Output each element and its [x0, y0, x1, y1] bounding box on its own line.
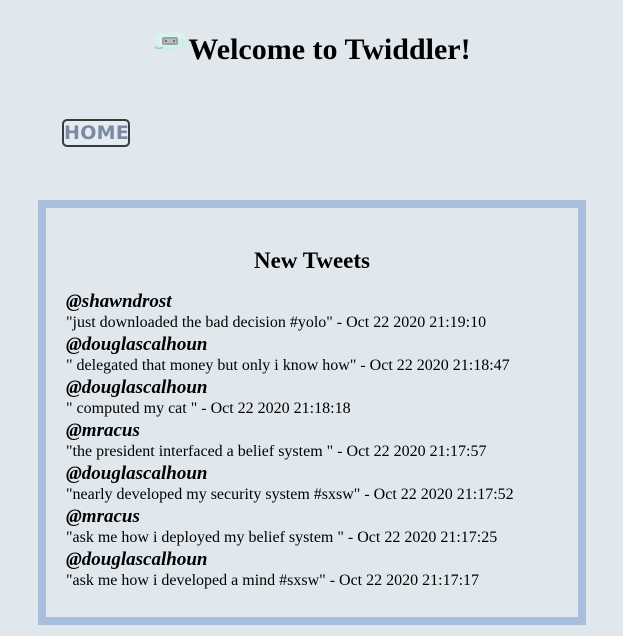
tweet-handle[interactable]: @mracus	[66, 421, 514, 441]
tweet-handle[interactable]: @douglascalhoun	[66, 550, 514, 570]
tweet-list: @shawndrost "just downloaded the bad dec…	[66, 292, 514, 593]
cloud-bird-logo-icon	[152, 27, 188, 55]
tweet-handle[interactable]: @douglascalhoun	[66, 464, 514, 484]
tweet-item: @douglascalhoun " delegated that money b…	[66, 335, 514, 378]
tweet-item: @shawndrost "just downloaded the bad dec…	[66, 292, 514, 335]
page-title: Welcome to Twiddler!	[188, 33, 471, 66]
tweet-text: "just downloaded the bad decision #yolo"…	[66, 314, 487, 331]
tweet-text: "ask me how i developed a mind #sxsw" - …	[66, 572, 480, 589]
tweet-item: @mracus "ask me how i deployed my belief…	[66, 507, 514, 550]
tweet-item: @douglascalhoun "ask me how i developed …	[66, 550, 514, 593]
tweet-item: @douglascalhoun " computed my cat " - Oc…	[66, 378, 514, 421]
feed-title: New Tweets	[253, 248, 371, 273]
home-button[interactable]: HOME	[62, 119, 130, 147]
tweet-handle[interactable]: @douglascalhoun	[66, 335, 514, 355]
tweet-feed: New Tweets @shawndrost "just downloaded …	[38, 200, 586, 625]
tweet-text: "nearly developed my security system #sx…	[66, 486, 514, 503]
tweet-item: @mracus "the president interfaced a beli…	[66, 421, 514, 464]
tweet-text: " delegated that money but only i know h…	[66, 357, 510, 374]
page: Welcome to Twiddler! HOME New Tweets @sh…	[0, 0, 623, 636]
tweet-handle[interactable]: @mracus	[66, 507, 514, 527]
tweet-text: "the president interfaced a belief syste…	[66, 443, 487, 460]
tweet-handle[interactable]: @shawndrost	[66, 292, 514, 312]
tweet-text: "ask me how i deployed my belief system …	[66, 529, 498, 546]
tweet-item: @douglascalhoun "nearly developed my sec…	[66, 464, 514, 507]
header: Welcome to Twiddler!	[0, 28, 623, 68]
tweet-text: " computed my cat " - Oct 22 2020 21:18:…	[66, 400, 351, 417]
tweet-handle[interactable]: @douglascalhoun	[66, 378, 514, 398]
